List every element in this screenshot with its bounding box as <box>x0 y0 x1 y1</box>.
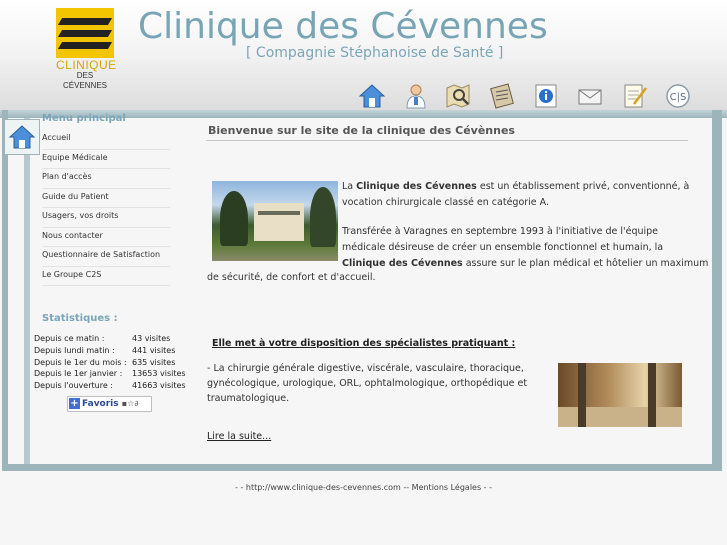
specialties-line-3: traumatologique. <box>207 393 290 404</box>
c2s-icon[interactable]: C|S <box>664 82 692 110</box>
intro-line-1: La Clinique des Cévennes est un établiss… <box>342 179 689 195</box>
frame-right <box>712 110 722 470</box>
history-line-3: Clinique des Cévennes assure sur le plan… <box>342 256 708 272</box>
stats-row: Depuis ce matin : 43 visites <box>34 333 186 345</box>
history-line-4: de sécurité, de confort et d'accueil. <box>207 272 376 283</box>
sidebar-item-accueil[interactable]: Accueil <box>42 130 170 150</box>
favoris-button[interactable]: + Favoris ▪☆∂ <box>67 396 152 412</box>
stats-label: Depuis lundi matin : <box>34 345 115 355</box>
clinic-lobby-photo <box>558 363 682 427</box>
clinic-name-bold: Clinique des Cévennes <box>342 258 463 269</box>
map-icon[interactable] <box>444 82 472 110</box>
read-more-link[interactable]: Lire la suite... <box>207 431 271 442</box>
clinic-building-photo <box>212 181 338 261</box>
sidebar-item-guide-patient[interactable]: Guide du Patient <box>42 189 170 208</box>
frame-left-inner <box>24 118 30 470</box>
stats-value: 41663 visites <box>132 381 186 391</box>
header: CLINIQUE DES CÉVENNES Clinique des Céven… <box>0 0 727 112</box>
site-subtitle: [ Compagnie Stéphanoise de Santé ] <box>246 45 504 61</box>
logo-text-bottom: DES CÉVENNES <box>62 71 107 90</box>
page-heading: Bienvenue sur le site de la clinique des… <box>208 124 515 137</box>
c2s-icon-label: C|S <box>670 92 687 103</box>
intro-line-2: vocation chirurgicale classé en catégori… <box>342 197 550 208</box>
plus-icon: + <box>69 398 80 409</box>
heading-divider <box>206 140 688 141</box>
stats-row: Depuis lundi matin : 441 visites <box>34 345 186 357</box>
history-text: assure sur le plan médical et hôtelier u… <box>462 258 709 269</box>
info-icon[interactable] <box>532 82 560 110</box>
stats-value: 441 visites <box>132 345 176 355</box>
stats-row: Depuis le 1er du mois : 635 visites <box>34 357 186 369</box>
stats-table: Depuis ce matin : 43 visites Depuis lundi… <box>34 333 186 392</box>
clinic-logo[interactable]: CLINIQUE DES CÉVENNES <box>56 8 117 90</box>
specialties-line-1: - La chirurgie générale digestive, viscé… <box>207 363 524 374</box>
intro-text: La <box>342 181 357 192</box>
logo-mark <box>56 8 114 58</box>
frame-left <box>2 110 8 470</box>
intro-text: est un établissement privé, conventionné… <box>476 181 690 192</box>
stats-label: Depuis ce matin : <box>34 334 105 343</box>
sidebar-item-equipe-medicale[interactable]: Equipe Médicale <box>42 150 170 169</box>
stats-row: Depuis l'ouverture : 41663 visites <box>34 380 186 392</box>
stats-title: Statistiques : <box>42 313 118 324</box>
home-badge[interactable] <box>4 119 40 155</box>
mail-icon[interactable] <box>576 82 604 110</box>
sidebar-item-groupe-c2s[interactable]: Le Groupe C2S <box>42 267 170 286</box>
sidebar-item-contact[interactable]: Nous contacter <box>42 228 170 247</box>
guide-icon[interactable] <box>488 82 516 110</box>
stats-row: Depuis le 1er janvier : 13653 visites <box>34 368 186 380</box>
favoris-label: Favoris <box>82 399 119 409</box>
stats-label: Depuis le 1er janvier : <box>34 369 123 379</box>
footer[interactable]: - - http://www.clinique-des-cevennes.com… <box>0 483 727 492</box>
stats-value: 43 visites <box>132 334 171 343</box>
doctor-icon[interactable] <box>402 82 430 110</box>
specialists-heading: Elle met à votre disposition des spécial… <box>212 338 516 349</box>
stats-label: Depuis le 1er du mois : <box>34 357 127 367</box>
house-icon <box>8 125 36 149</box>
stats-value: 13653 visites <box>132 369 186 379</box>
menu-title: Menu principal <box>42 113 126 124</box>
sidebar-item-plan-acces[interactable]: Plan d'accès <box>42 169 170 189</box>
home-icon[interactable] <box>358 82 386 110</box>
sidebar-menu: Accueil Equipe Médicale Plan d'accès Gui… <box>42 130 170 286</box>
bookmark-services-icon: ▪☆∂ <box>121 399 139 408</box>
specialties-line-2: gynécologique, urologique, ORL, ophtalmo… <box>207 378 528 389</box>
history-line-2: médicale désireuse de créer un ensemble … <box>342 242 664 253</box>
form-icon[interactable] <box>620 82 648 110</box>
frame-bottom <box>2 464 722 471</box>
sidebar-item-usagers[interactable]: Usagers, vos droits <box>42 208 170 228</box>
sidebar-item-questionnaire[interactable]: Questionnaire de Satisfaction <box>42 247 170 267</box>
clinic-name-bold: Clinique des Cévennes <box>356 181 477 192</box>
history-line-1: Transférée à Varagnes en septembre 1993 … <box>342 226 659 237</box>
stats-value: 635 visites <box>132 357 176 367</box>
stats-label: Depuis l'ouverture : <box>34 381 113 391</box>
logo-text-top: CLINIQUE <box>56 58 117 72</box>
site-title: Clinique des Cévennes <box>138 6 548 47</box>
